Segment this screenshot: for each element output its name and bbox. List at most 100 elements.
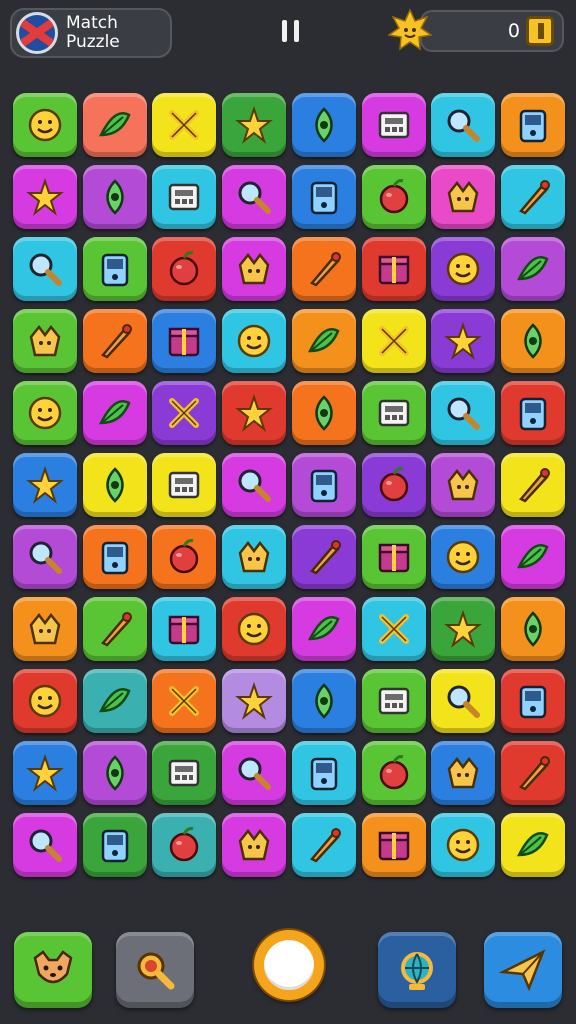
game-tile[interactable] [500,237,565,301]
game-tile[interactable] [13,309,77,373]
game-tile[interactable] [361,93,426,157]
game-title: Match Puzzle [66,14,120,52]
game-tile[interactable] [431,165,496,229]
game-tile[interactable] [291,453,356,517]
character-button[interactable] [14,932,92,1008]
game-tile[interactable] [431,453,496,517]
game-tile[interactable] [82,93,147,157]
game-tile[interactable] [222,165,287,229]
game-tile[interactable] [431,93,496,157]
game-title-panel[interactable]: Match Puzzle [10,8,172,58]
game-tile[interactable] [361,525,426,589]
game-tile[interactable] [222,237,287,301]
game-tile[interactable] [152,597,217,661]
game-tile[interactable] [13,93,77,157]
game-tile[interactable] [13,525,77,589]
game-tile[interactable] [222,669,287,733]
game-tile[interactable] [152,813,217,877]
game-tile[interactable] [222,525,287,589]
game-tile[interactable] [361,741,426,805]
game-tile[interactable] [82,237,147,301]
game-tile[interactable] [152,93,217,157]
game-tile[interactable] [500,309,565,373]
game-tile[interactable] [500,381,565,445]
magnifier-icon [444,321,483,360]
game-tile[interactable] [222,93,287,157]
game-tile[interactable] [222,453,287,517]
game-tile[interactable] [361,309,426,373]
game-tile[interactable] [152,741,217,805]
game-tile[interactable] [82,453,147,517]
game-tile[interactable] [431,813,496,877]
game-tile[interactable] [291,669,356,733]
game-tile[interactable] [500,669,565,733]
grandma-face-icon [516,832,549,857]
game-tile[interactable] [361,669,426,733]
game-tile[interactable] [82,525,147,589]
globe-button[interactable] [378,932,456,1008]
game-tile[interactable] [361,813,426,877]
game-tile[interactable] [82,813,147,877]
pause-button[interactable] [274,20,306,50]
game-tile[interactable] [361,381,426,445]
game-tile[interactable] [291,597,356,661]
game-tile[interactable] [361,165,426,229]
game-tile[interactable] [361,237,426,301]
game-tile[interactable] [222,741,287,805]
game-tile[interactable] [291,381,356,445]
game-tile[interactable] [82,741,147,805]
game-tile[interactable] [13,597,77,661]
game-tile[interactable] [152,525,217,589]
center-action-button[interactable] [254,930,324,1000]
game-tile[interactable] [431,597,496,661]
game-tile[interactable] [82,597,147,661]
game-tile[interactable] [291,813,356,877]
game-tile[interactable] [431,381,496,445]
game-tile[interactable] [361,597,426,661]
game-tile[interactable] [291,309,356,373]
game-tile[interactable] [82,165,147,229]
game-tile[interactable] [82,669,147,733]
crossed-sticks-icon [169,615,200,645]
game-tile[interactable] [500,93,565,157]
game-tile[interactable] [431,525,496,589]
game-tile[interactable] [13,381,77,445]
game-tile[interactable] [500,813,565,877]
game-tile[interactable] [222,813,287,877]
game-tile[interactable] [500,453,565,517]
game-tile[interactable] [82,381,147,445]
game-tile[interactable] [431,309,496,373]
game-tile[interactable] [13,813,77,877]
game-tile[interactable] [152,165,217,229]
game-tile[interactable] [152,669,217,733]
game-tile[interactable] [222,597,287,661]
game-tile[interactable] [500,741,565,805]
game-tile[interactable] [152,309,217,373]
game-tile[interactable] [291,165,356,229]
coconut-icon [444,609,483,648]
game-tile[interactable] [82,309,147,373]
game-tile[interactable] [500,165,565,229]
game-tile[interactable] [152,381,217,445]
search-hint-button[interactable] [116,932,194,1008]
game-tile[interactable] [13,237,77,301]
game-tile[interactable] [13,741,77,805]
game-tile[interactable] [13,669,77,733]
game-tile[interactable] [500,597,565,661]
game-tile[interactable] [431,669,496,733]
game-tile[interactable] [291,741,356,805]
play-button[interactable] [484,932,562,1008]
game-tile[interactable] [152,237,217,301]
game-tile[interactable] [222,309,287,373]
game-tile[interactable] [431,741,496,805]
game-tile[interactable] [152,453,217,517]
game-tile[interactable] [13,453,77,517]
game-tile[interactable] [291,525,356,589]
game-tile[interactable] [361,453,426,517]
game-tile[interactable] [291,237,356,301]
game-tile[interactable] [500,525,565,589]
game-tile[interactable] [291,93,356,157]
game-tile[interactable] [222,381,287,445]
game-tile[interactable] [13,165,77,229]
game-tile[interactable] [431,237,496,301]
